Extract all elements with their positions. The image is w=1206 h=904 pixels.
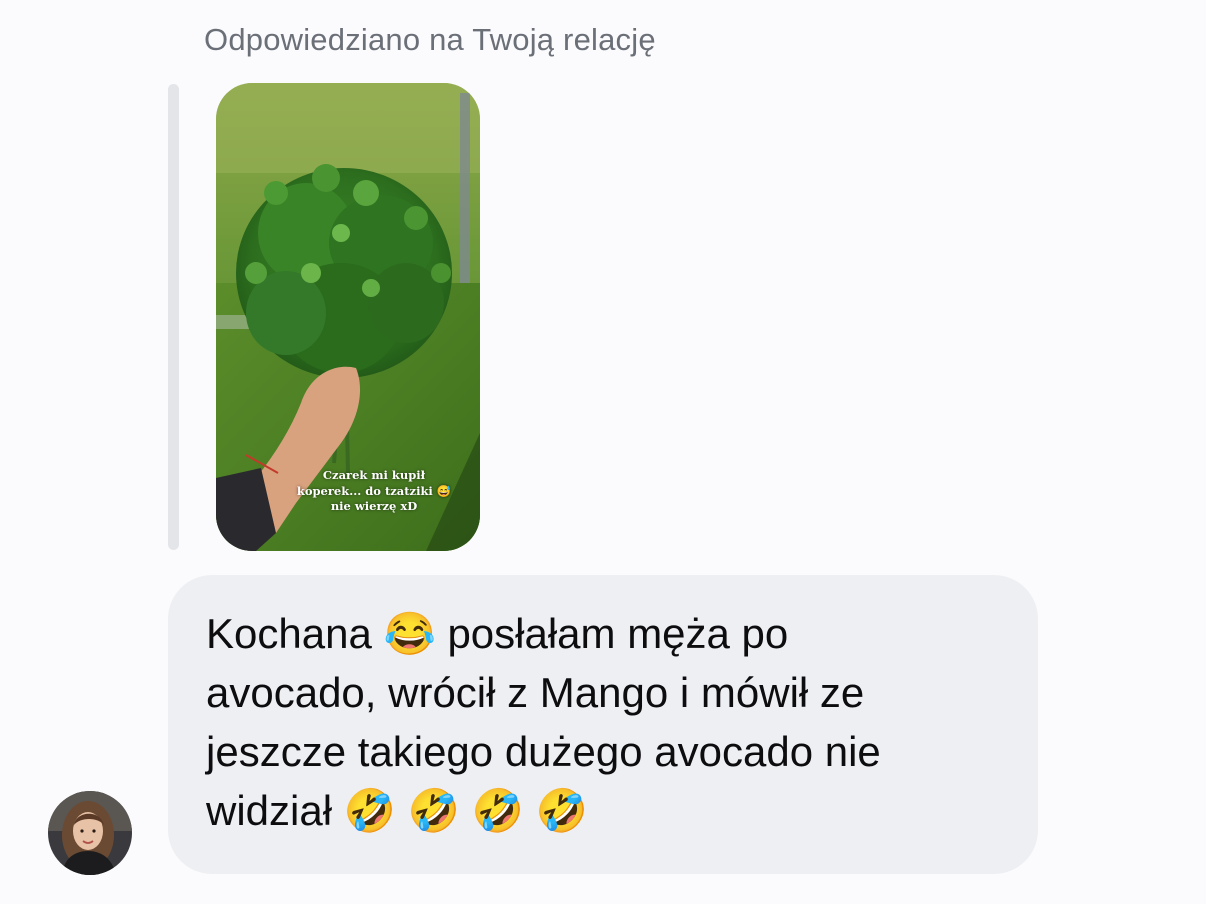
- message-line: avocado, wrócił z Mango i mówił ze: [206, 669, 865, 716]
- story-caption-line: koperek... do tzatziki 😅: [296, 483, 452, 498]
- story-preview[interactable]: Czarek mi kupił koperek... do tzatziki 😅…: [216, 83, 480, 551]
- message-bubble[interactable]: Kochana 😂 posłałam męża po avocado, wróc…: [168, 575, 1038, 874]
- quote-bar: [168, 84, 179, 550]
- message-thread: Odpowiedziano na Twoją relację Czarek mi…: [0, 0, 1206, 904]
- message-line: jeszcze takiego dużego avocado nie: [206, 728, 881, 775]
- story-caption: Czarek mi kupił koperek... do tzatziki 😅…: [276, 468, 472, 515]
- story-caption-line: Czarek mi kupił: [322, 468, 426, 482]
- sender-avatar[interactable]: [48, 791, 132, 875]
- message-line: widział 🤣 🤣 🤣 🤣: [206, 787, 588, 834]
- message-text: Kochana 😂 posłałam męża po avocado, wróc…: [206, 604, 998, 840]
- message-line: Kochana 😂 posłałam męża po: [206, 610, 789, 657]
- story-caption-line: nie wierzę xD: [330, 499, 418, 513]
- story-reply-label: Odpowiedziano na Twoją relację: [204, 22, 656, 57]
- avatar-photo: [48, 791, 132, 875]
